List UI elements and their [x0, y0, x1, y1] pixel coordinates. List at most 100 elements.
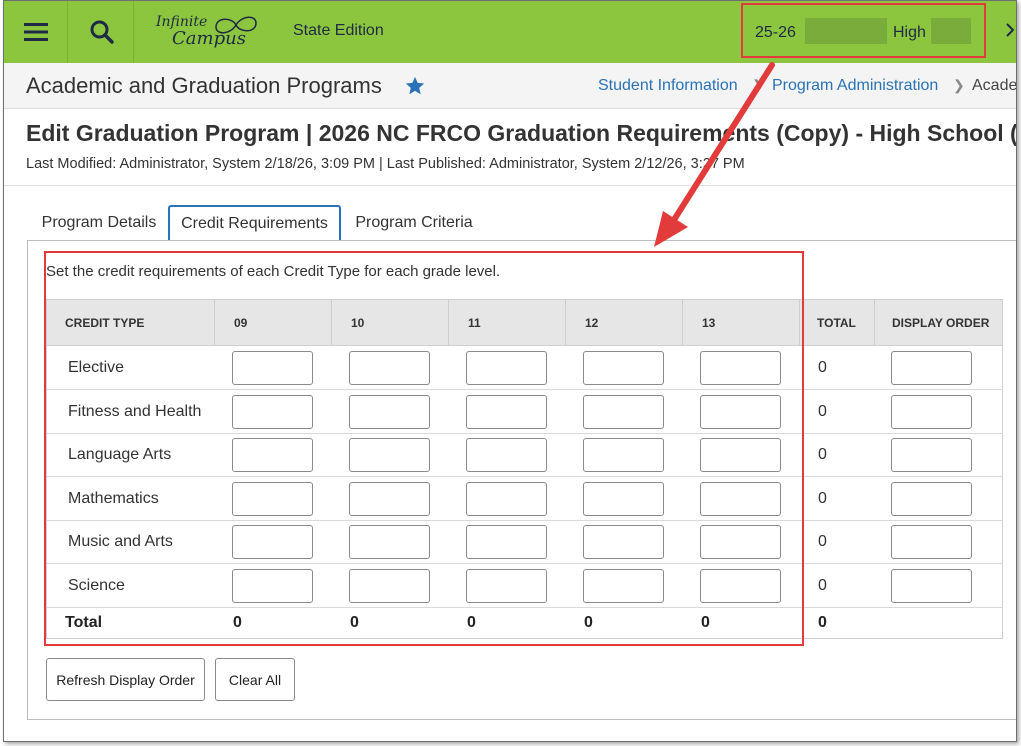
display-order-input[interactable] [891, 568, 972, 603]
row-total: 0 [818, 402, 827, 420]
credit-input-grade-13[interactable] [700, 481, 781, 516]
credit-input-grade-11[interactable] [466, 568, 547, 603]
edit-title: Edit Graduation Program | 2026 NC FRCO G… [26, 120, 1017, 146]
breadcrumb-program-administration[interactable]: Program Administration [772, 77, 938, 95]
credit-input-grade-13[interactable] [700, 394, 781, 429]
credit-input-grade-10[interactable] [349, 394, 430, 429]
top-bar: Infinite Campus State Edition 25-26 High [4, 1, 1016, 63]
credit-input-grade-10[interactable] [349, 351, 430, 385]
credit-input-grade-10[interactable] [349, 568, 430, 603]
credit-type-name: Mathematics [68, 489, 159, 507]
tab-program-criteria[interactable]: Program Criteria [349, 205, 479, 240]
display-order-input[interactable] [891, 525, 972, 559]
display-order-input[interactable] [891, 438, 972, 472]
column-divider [874, 300, 875, 346]
header-grade-09: 09 [234, 316, 248, 330]
credit-input-grade-12[interactable] [583, 394, 664, 429]
display-order-input[interactable] [891, 394, 972, 429]
page-header: Academic and Graduation Programs Student… [4, 63, 1016, 109]
clear-all-button[interactable]: Clear All [215, 658, 295, 701]
context-selector[interactable]: 25-26 High [741, 3, 986, 58]
infinite-campus-logo: Infinite Campus [154, 13, 264, 51]
star-icon[interactable] [404, 75, 426, 97]
header-grade-12: 12 [585, 316, 599, 330]
table-row: Mathematics 0 [47, 477, 1002, 521]
header-display-order: DISPLAY ORDER [892, 316, 990, 330]
total-label: Total [65, 614, 103, 631]
credit-input-grade-12[interactable] [583, 568, 664, 603]
credit-input-grade-11[interactable] [466, 351, 547, 385]
search-button[interactable] [70, 1, 134, 63]
display-order-input[interactable] [891, 351, 972, 385]
divider [4, 185, 1016, 186]
instructions-text: Set the credit requirements of each Cred… [46, 263, 501, 280]
tab-credit-requirements[interactable]: Credit Requirements [168, 205, 341, 240]
column-divider [565, 300, 566, 346]
table-row: Elective 0 [47, 346, 1002, 390]
breadcrumb-student-information[interactable]: Student Information [598, 77, 738, 95]
credit-type-name: Music and Arts [68, 533, 173, 550]
credit-input-grade-09[interactable] [232, 438, 313, 472]
row-total: 0 [818, 576, 827, 594]
total-13: 0 [701, 614, 710, 631]
breadcrumb-separator: ❯ [953, 77, 965, 93]
credit-type-name: Fitness and Health [68, 402, 202, 420]
credit-input-grade-13[interactable] [700, 438, 781, 472]
edition-label: State Edition [293, 22, 384, 39]
table-row: Fitness and Health 0 [47, 390, 1002, 434]
menu-button[interactable] [4, 1, 68, 63]
total-row: Total 0 0 0 0 0 0 [47, 608, 1002, 638]
hamburger-icon [23, 23, 48, 41]
total-09: 0 [233, 614, 242, 631]
row-total: 0 [818, 446, 827, 463]
credit-input-grade-11[interactable] [466, 394, 547, 429]
credit-input-grade-09[interactable] [232, 525, 313, 559]
credit-input-grade-13[interactable] [700, 351, 781, 385]
breadcrumb-current: Acade [972, 77, 1017, 94]
credit-type-name: Science [68, 576, 125, 594]
redacted-block [931, 18, 971, 44]
infinity-icon [215, 16, 257, 34]
credit-type-name: Elective [68, 359, 125, 376]
credit-input-grade-09[interactable] [232, 568, 313, 603]
credit-input-grade-13[interactable] [700, 525, 781, 559]
school-name: High [893, 24, 926, 41]
redacted-block [805, 18, 887, 44]
row-total: 0 [818, 359, 827, 376]
credit-input-grade-10[interactable] [349, 481, 430, 516]
modified-info: Last Modified: Administrator, System 2/1… [26, 156, 745, 172]
credit-input-grade-10[interactable] [349, 525, 430, 559]
credit-input-grade-12[interactable] [583, 525, 664, 559]
column-divider [448, 300, 449, 346]
chevron-right-icon[interactable] [1006, 23, 1014, 37]
credit-input-grade-12[interactable] [583, 351, 664, 385]
table-header: CREDIT TYPE 09 10 11 12 13 TOTAL DISPLAY… [47, 300, 1002, 346]
search-icon [90, 20, 114, 44]
total-12: 0 [584, 614, 593, 631]
app-window: Infinite Campus State Edition 25-26 High… [3, 0, 1017, 742]
display-order-input[interactable] [891, 481, 972, 516]
school-year: 25-26 [755, 24, 796, 41]
column-divider [214, 300, 215, 346]
credit-input-grade-11[interactable] [466, 525, 547, 559]
table-row: Science 0 [47, 564, 1002, 608]
header-grade-13: 13 [702, 316, 716, 330]
credit-input-grade-09[interactable] [232, 394, 313, 429]
tab-program-details[interactable]: Program Details [34, 205, 164, 240]
breadcrumb-separator: ❯ [752, 77, 764, 93]
table-row: Music and Arts 0 [47, 520, 1002, 564]
credit-input-grade-12[interactable] [583, 481, 664, 516]
credit-input-grade-11[interactable] [466, 481, 547, 516]
credit-input-grade-11[interactable] [466, 438, 547, 472]
page-title: Academic and Graduation Programs [26, 73, 382, 98]
refresh-display-order-button[interactable]: Refresh Display Order [46, 658, 205, 701]
credit-input-grade-09[interactable] [232, 351, 313, 385]
credit-input-grade-10[interactable] [349, 438, 430, 472]
header-grade-10: 10 [351, 316, 365, 330]
row-total: 0 [818, 489, 827, 507]
column-divider [331, 300, 332, 346]
credit-input-grade-09[interactable] [232, 481, 313, 516]
credit-input-grade-13[interactable] [700, 568, 781, 603]
header-grade-11: 11 [468, 316, 481, 330]
credit-input-grade-12[interactable] [583, 438, 664, 472]
